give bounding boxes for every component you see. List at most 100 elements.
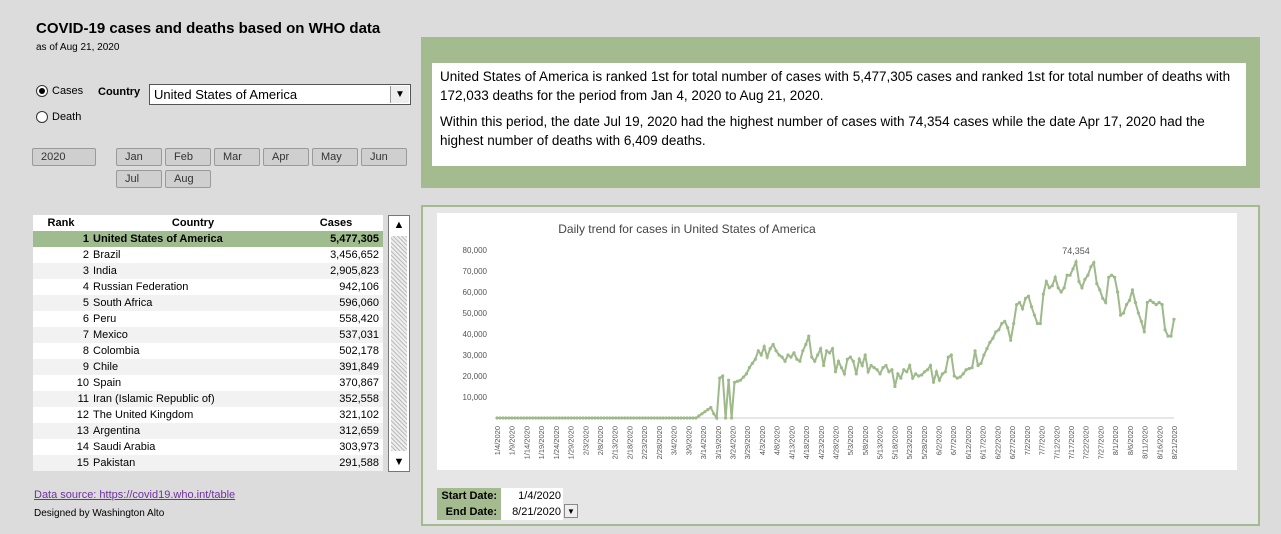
data-point <box>590 416 594 420</box>
data-point <box>813 359 817 363</box>
data-source-link[interactable]: Data source: https://covid19.who.int/tab… <box>34 489 235 501</box>
data-point <box>531 416 535 420</box>
rank-cell: 1 <box>82 233 89 245</box>
start-date-value[interactable]: 1/4/2020 <box>501 488 563 504</box>
end-date-row: End Date: 8/21/2020 ▼ <box>437 504 578 520</box>
scroll-up-icon[interactable]: ▲ <box>389 216 409 234</box>
rank-cell: 3 <box>82 265 89 277</box>
data-point <box>842 372 847 376</box>
x-tick-label: 8/1/2020 <box>1111 426 1120 455</box>
x-tick-label: 4/23/2020 <box>817 426 826 459</box>
cases-radio[interactable]: Cases <box>36 85 83 97</box>
data-point <box>1080 286 1084 290</box>
year-button[interactable]: 2020 <box>32 148 96 166</box>
cases-cell: 537,031 <box>339 329 379 341</box>
data-point <box>732 380 737 384</box>
rank-cell: 11 <box>77 393 89 405</box>
data-point <box>1038 321 1042 326</box>
table-row[interactable]: 5 South Africa 596,060 <box>33 295 383 311</box>
data-point <box>1169 334 1173 338</box>
table-row[interactable]: 9 Chile 391,849 <box>33 359 383 375</box>
month-button-aug[interactable]: Aug <box>165 170 211 188</box>
table-scrollbar[interactable]: ▲ ▼ <box>388 215 410 472</box>
data-point <box>1071 267 1075 271</box>
country-dropdown[interactable]: United States of America ▼ <box>149 84 411 105</box>
scroll-down-icon[interactable]: ▼ <box>389 453 409 471</box>
cases-cell: 942,106 <box>339 281 379 293</box>
data-point <box>578 416 582 420</box>
dropdown-arrow-icon[interactable]: ▼ <box>390 86 409 103</box>
month-button-jun[interactable]: Jun <box>361 148 407 166</box>
summary-text-box: United States of America is ranked 1st f… <box>432 63 1246 166</box>
data-point <box>887 370 891 374</box>
table-row[interactable]: 11 Iran (Islamic Republic of) 352,558 <box>33 391 383 407</box>
data-point <box>721 374 725 378</box>
table-row[interactable]: 15 Pakistan 291,588 <box>33 455 383 471</box>
end-date-dropdown-icon[interactable]: ▼ <box>564 504 578 518</box>
data-point <box>905 370 909 374</box>
data-point <box>1148 298 1152 302</box>
data-point <box>917 374 921 378</box>
month-button-feb[interactable]: Feb <box>165 148 211 166</box>
country-value: United States of America <box>154 87 298 102</box>
month-button-may[interactable]: May <box>312 148 358 166</box>
month-button-jan[interactable]: Jan <box>116 148 162 166</box>
y-tick-label: 30,000 <box>463 351 488 360</box>
data-point <box>528 416 532 420</box>
table-row[interactable]: 2 Brazil 3,456,652 <box>33 247 383 263</box>
x-tick-label: 4/3/2020 <box>758 426 767 455</box>
x-tick-label: 1/14/2020 <box>522 426 531 459</box>
data-point <box>1044 279 1048 284</box>
x-tick-label: 3/14/2020 <box>699 426 708 459</box>
table-row[interactable]: 6 Peru 558,420 <box>33 311 383 327</box>
data-point <box>599 416 603 420</box>
data-point <box>673 416 677 420</box>
x-tick-label: 2/3/2020 <box>581 426 590 455</box>
data-point <box>836 359 841 363</box>
table-row[interactable]: 10 Spain 370,867 <box>33 375 383 391</box>
radio-selected-icon <box>36 85 48 97</box>
data-point <box>1035 321 1040 326</box>
chart-title: Daily trend for cases in United States o… <box>558 222 816 236</box>
data-point <box>688 416 692 420</box>
data-point <box>637 416 642 420</box>
data-point <box>1086 273 1090 277</box>
table-row[interactable]: 14 Saudi Arabia 303,973 <box>33 439 383 455</box>
table-row[interactable]: 8 Colombia 502,178 <box>33 343 383 359</box>
data-point <box>1029 305 1034 309</box>
cases-cell: 3,456,652 <box>330 249 379 261</box>
data-point <box>682 416 686 420</box>
month-button-apr[interactable]: Apr <box>263 148 309 166</box>
month-button-mar[interactable]: Mar <box>214 148 260 166</box>
data-point <box>920 373 924 377</box>
data-point <box>759 353 763 357</box>
country-cell: India <box>93 265 117 277</box>
data-point <box>1157 300 1161 305</box>
data-point <box>1098 288 1102 292</box>
table-row[interactable]: 1 United States of America 5,477,305 <box>33 231 383 247</box>
death-radio[interactable]: Death <box>36 111 81 123</box>
data-point <box>620 416 624 420</box>
table-row[interactable]: 12 The United Kingdom 321,102 <box>33 407 383 423</box>
summary-paragraph-1: United States of America is ranked 1st f… <box>440 69 1231 103</box>
data-point <box>712 412 716 416</box>
country-cell: South Africa <box>93 297 153 309</box>
data-point <box>522 416 526 420</box>
data-point <box>640 416 645 420</box>
data-point <box>1118 313 1123 317</box>
x-tick-label: 5/3/2020 <box>846 426 855 455</box>
end-date-value[interactable]: 8/21/2020 <box>501 504 563 520</box>
table-row[interactable]: 3 India 2,905,823 <box>33 263 383 279</box>
month-button-jul[interactable]: Jul <box>116 170 162 188</box>
data-point <box>1000 321 1004 326</box>
table-row[interactable]: 13 Argentina 312,659 <box>33 423 383 439</box>
data-point <box>596 416 600 420</box>
table-row[interactable]: 7 Mexico 537,031 <box>33 327 383 343</box>
data-point <box>750 361 754 365</box>
data-point <box>634 416 639 420</box>
scroll-track[interactable] <box>391 236 407 451</box>
data-point <box>925 368 930 372</box>
table-row[interactable]: 4 Russian Federation 942,106 <box>33 279 383 295</box>
country-cell: Argentina <box>93 425 141 437</box>
data-point <box>822 363 826 368</box>
